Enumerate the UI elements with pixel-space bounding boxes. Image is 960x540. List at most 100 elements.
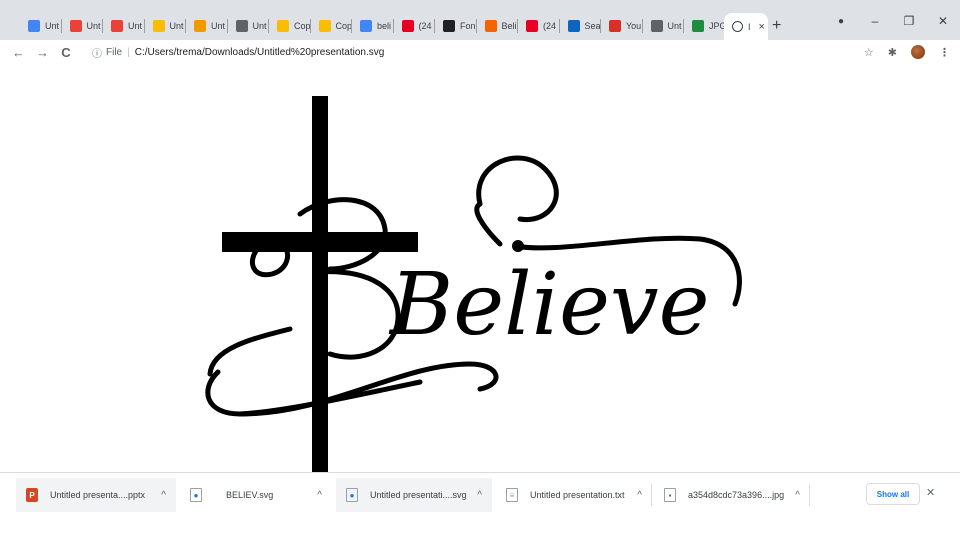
tab-11[interactable]: Beli: [477, 15, 518, 37]
reload-button[interactable]: C: [60, 45, 72, 60]
tab-active-label: I: [748, 21, 751, 32]
tab-label: Unt: [45, 21, 60, 31]
show-all-downloads-button[interactable]: Show all: [866, 483, 920, 505]
profile-tab-search-icon[interactable]: ●: [824, 16, 858, 27]
page-content: Believe: [0, 64, 960, 472]
download-item-name: Untitled presenta....pptx: [50, 490, 146, 500]
tab-16[interactable]: JPG: [684, 15, 726, 37]
docs-icon: [28, 20, 40, 32]
pinterest-icon: [401, 20, 414, 32]
download-options-chevron-icon[interactable]: ^: [161, 490, 166, 501]
tab-label: Sea: [584, 21, 601, 31]
tab-7[interactable]: Cop: [311, 15, 353, 37]
tab-label: Unt: [128, 21, 143, 31]
tab-13[interactable]: Sea: [560, 15, 601, 37]
tab-9[interactable]: (24: [394, 15, 435, 37]
tab-8[interactable]: beli: [352, 15, 394, 37]
download-item-name: BELIEV.svg: [226, 490, 274, 500]
browser-toolbar: ← → C ⓘ File | C:/Users/trema/Downloads/…: [0, 40, 960, 64]
download-item[interactable]: ▪ a354d8cdc73a396....jpg ^: [654, 478, 810, 512]
window-close-button[interactable]: ✕: [926, 14, 960, 28]
forward-button[interactable]: →: [36, 45, 49, 60]
linkedin-icon: [567, 20, 580, 32]
tab-12[interactable]: (24: [518, 15, 560, 37]
chrome-file-icon: ●: [190, 488, 202, 502]
close-shelf-button[interactable]: ✕: [926, 486, 935, 499]
new-tab-button[interactable]: +: [772, 17, 781, 35]
download-item-name: Untitled presentati....svg: [370, 490, 467, 500]
circle-icon: [443, 20, 455, 32]
tab-label: Cop: [294, 21, 311, 31]
download-item[interactable]: ≡ Untitled presentation.txt ^: [496, 478, 652, 512]
menu-kebab-icon[interactable]: ⋮: [939, 46, 950, 59]
tab-10[interactable]: Fon: [435, 15, 477, 37]
download-item[interactable]: P Untitled presenta....pptx ^: [16, 478, 176, 512]
tab-1[interactable]: Unt: [62, 15, 103, 37]
globe-icon: [235, 20, 248, 32]
tab-3[interactable]: Unt: [145, 15, 186, 37]
powerpoint-icon: P: [26, 488, 38, 502]
url-divider: |: [127, 46, 130, 58]
i-dot: [512, 240, 524, 252]
slides-icon: [277, 20, 289, 32]
cross-vertical-bar: [312, 96, 328, 472]
download-separator: [809, 484, 810, 506]
download-separator: [651, 484, 652, 506]
tab-label: Beli: [501, 21, 517, 31]
tab-0[interactable]: Unt: [20, 15, 62, 37]
tab-5[interactable]: Unt: [228, 15, 269, 37]
converter-icon: [692, 20, 704, 32]
address-bar[interactable]: ⓘ File | C:/Users/trema/Downloads/Untitl…: [92, 42, 852, 62]
download-item[interactable]: ● Untitled presentati....svg ^: [336, 478, 492, 512]
tab-label: (24: [418, 21, 432, 31]
download-options-chevron-icon[interactable]: ^: [637, 490, 642, 501]
bookmark-star-icon[interactable]: ☆: [864, 46, 874, 59]
tab-6[interactable]: Cop: [269, 15, 311, 37]
tab-2[interactable]: Unt: [103, 15, 145, 37]
restore-button[interactable]: ❐: [892, 14, 926, 28]
gmail-icon: [609, 20, 621, 32]
tab-label: Unt: [86, 21, 101, 31]
globe-icon: [650, 20, 663, 32]
tab-label: Cop: [335, 21, 353, 31]
tab-label: Unt: [252, 21, 267, 31]
google-icon: [360, 20, 372, 32]
downloads-shelf: P Untitled presenta....pptx ^ ● BELIEV.s…: [0, 472, 960, 540]
tab-label: Unt: [211, 21, 226, 31]
globe-icon: [732, 21, 743, 32]
download-options-chevron-icon[interactable]: ^: [317, 490, 322, 501]
cross-horizontal-bar: [222, 232, 418, 252]
tab-label: Fon: [460, 21, 476, 31]
slides-icon: [152, 20, 165, 32]
believe-wordmark: Believe: [388, 255, 709, 355]
tab-active[interactable]: I ×: [724, 13, 768, 40]
download-item[interactable]: ● BELIEV.svg ^: [180, 478, 332, 512]
tab-14[interactable]: You: [601, 15, 643, 37]
download-item-name: Untitled presentation.txt: [530, 490, 625, 500]
download-item-name: a354d8cdc73a396....jpg: [688, 490, 785, 500]
brush-icon: [194, 20, 206, 32]
tab-label: Unt: [667, 21, 682, 31]
tab-label: (24: [543, 21, 557, 31]
red-square-icon: [111, 20, 123, 32]
url-text[interactable]: C:/Users/trema/Downloads/Untitled%20pres…: [135, 47, 385, 58]
etsy-icon: [484, 20, 497, 32]
info-icon[interactable]: ⓘ: [92, 45, 102, 60]
minimize-button[interactable]: –: [858, 14, 892, 28]
extensions-puzzle-icon[interactable]: ✱: [888, 46, 897, 59]
tab-4[interactable]: Unt: [186, 15, 228, 37]
believe-cross-artwork: Believe: [205, 96, 742, 472]
tab-label: Unt: [169, 21, 184, 31]
back-button[interactable]: ←: [12, 45, 25, 60]
toolbar-actions: ☆ ✱ ⋮: [850, 45, 950, 59]
download-options-chevron-icon[interactable]: ^: [477, 490, 482, 501]
red-square-icon: [69, 20, 82, 32]
tab-label: beli: [377, 21, 392, 31]
download-options-chevron-icon[interactable]: ^: [795, 490, 800, 501]
profile-avatar[interactable]: [911, 45, 925, 59]
tab-15[interactable]: Unt: [643, 15, 684, 37]
window-controls: ● – ❐ ✕: [824, 14, 960, 28]
tab-strip: Unt Unt Unt Unt Unt Unt Cop Cop beli (24 Fon Beli (2…: [0, 0, 960, 40]
url-scheme-label: File: [106, 46, 123, 58]
tab-close-button[interactable]: ×: [759, 21, 765, 33]
